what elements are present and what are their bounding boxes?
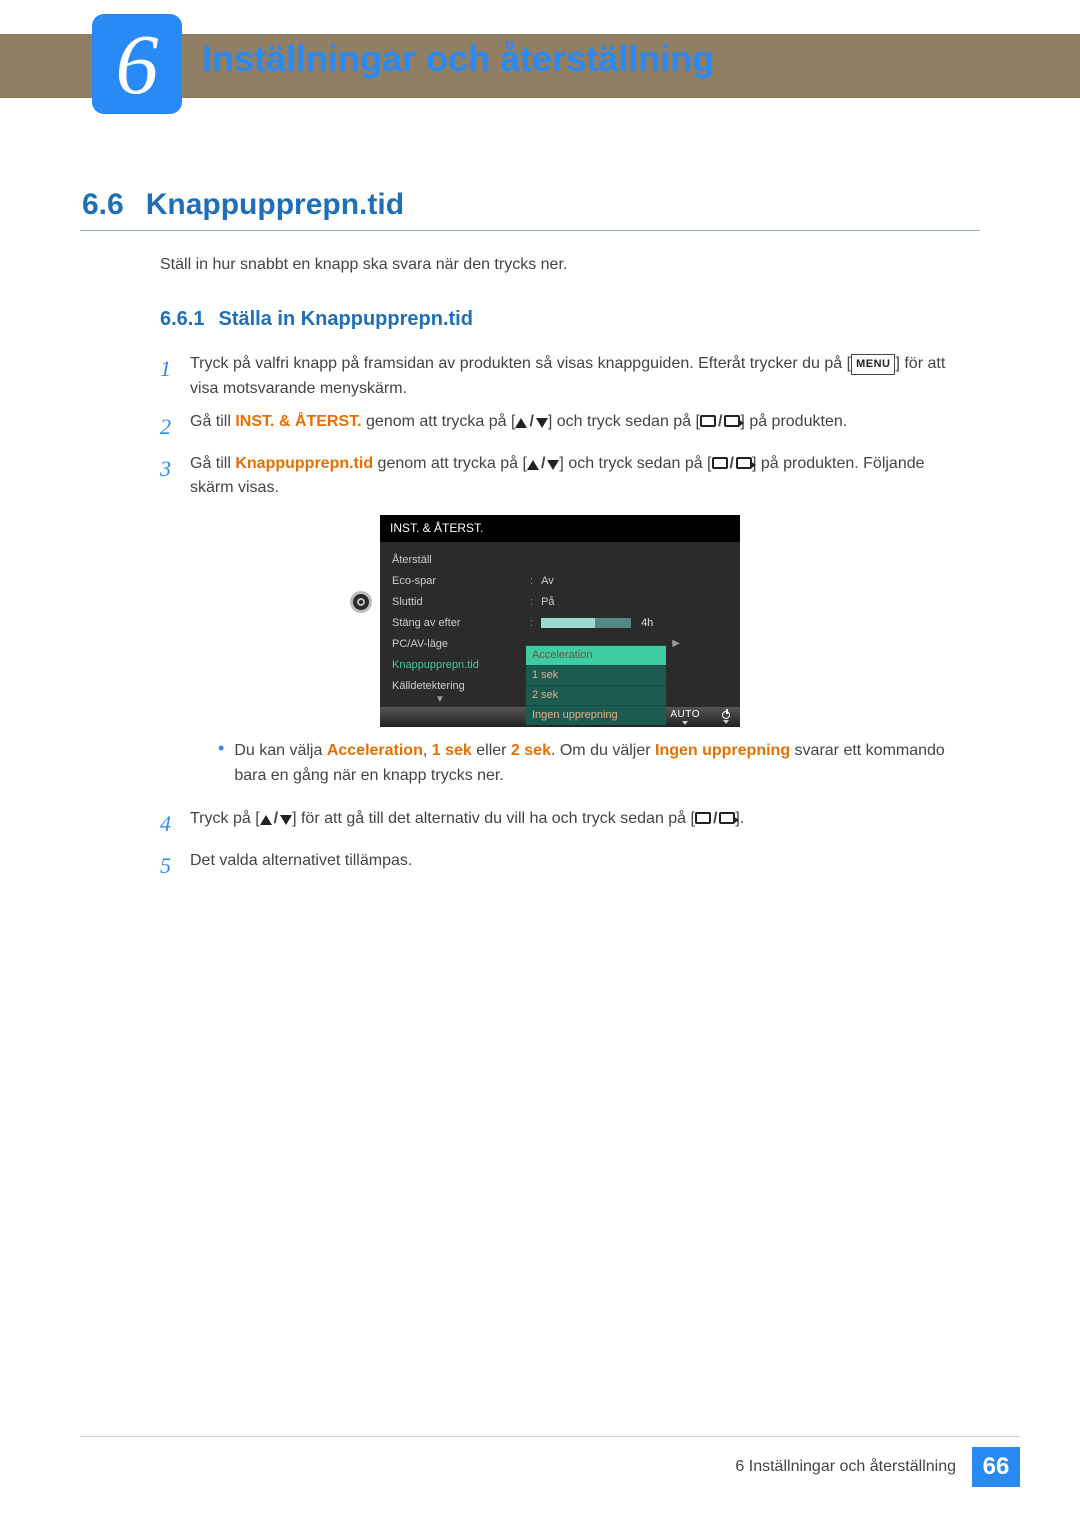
up-arrow-icon (515, 418, 527, 428)
step-text: Tryck på valfri knapp på framsidan av pr… (190, 352, 960, 402)
osd-value-column: :Av :På :4h : ▶ Acceleration 1 sek 2 sek… (526, 550, 676, 697)
enter-icon (736, 457, 752, 469)
note-bullet: • Du kan välja Acceleration, 1 sek eller… (218, 739, 960, 789)
section-underline (80, 230, 980, 231)
osd-dropdown: Acceleration 1 sek 2 sek Ingen upprepnin… (526, 645, 666, 725)
osd-item: Återställ (388, 550, 518, 571)
section-title: Knappupprepn.tid (146, 188, 404, 221)
osd-value: Av (541, 575, 554, 587)
osd-dropdown-option: 1 sek (526, 665, 666, 685)
option: Acceleration (327, 742, 423, 759)
section-heading: 6.6 Knappupprepn.tid (82, 188, 404, 222)
step-number: 4 (160, 807, 190, 841)
osd-body: Återställ Eco-spar Sluttid Stäng av efte… (380, 542, 740, 707)
osd-item-selected: Knappupprepn.tid (388, 655, 518, 676)
step-2: 2 Gå till INST. & ÅTERST. genom att tryc… (160, 410, 960, 444)
step-text: Det valda alternativet tillämpas. (190, 849, 960, 883)
step-number: 1 (160, 352, 190, 402)
osd-value: 4h (631, 617, 653, 629)
step-number: 3 (160, 452, 190, 799)
down-arrow-icon (547, 460, 559, 470)
osd-item: PC/AV-läge (388, 634, 518, 655)
down-arrow-icon (280, 815, 292, 825)
section-intro: Ställ in hur snabbt en knapp ska svara n… (160, 256, 567, 274)
down-arrow-icon (536, 418, 548, 428)
osd-item: Eco-spar (388, 571, 518, 592)
step-5: 5 Det valda alternativet tillämpas. (160, 849, 960, 883)
step-4: 4 Tryck på [/] för att gå till det alter… (160, 807, 960, 841)
subsection-title: Ställa in Knappupprepn.tid (218, 308, 472, 330)
osd-slider (541, 618, 631, 628)
footer-rule (80, 1436, 1020, 1437)
osd-item: Källdetektering (388, 676, 518, 697)
note-text: Du kan välja Acceleration, 1 sek eller 2… (234, 739, 960, 789)
step-1: 1 Tryck på valfri knapp på framsidan av … (160, 352, 960, 402)
nav-power-icon (722, 711, 730, 724)
chapter-title: Inställningar och återställning (202, 38, 714, 80)
subsection-number: 6.6.1 (160, 308, 204, 330)
option: Ingen upprepning (655, 742, 790, 759)
emphasis: Knappupprepn.tid (235, 455, 373, 472)
step-text: Gå till Knappupprepn.tid genom att tryck… (190, 452, 960, 799)
option: 1 sek (432, 742, 472, 759)
osd-title: INST. & ÅTERST. (380, 515, 740, 542)
osd-item: Stäng av efter (388, 613, 518, 634)
source-icon (695, 812, 711, 824)
step-number: 5 (160, 849, 190, 883)
osd-value: På (541, 596, 554, 608)
steps-list: 1 Tryck på valfri knapp på framsidan av … (160, 352, 960, 891)
section-number: 6.6 (82, 188, 124, 221)
gear-icon (350, 591, 372, 613)
osd-screenshot: INST. & ÅTERST. Återställ Eco-spar Slutt… (380, 515, 740, 727)
chapter-number-box: 6 (92, 14, 182, 114)
subsection-heading: 6.6.1 Ställa in Knappupprepn.tid (160, 308, 473, 331)
source-icon (712, 457, 728, 469)
submenu-arrow-icon: ▶ (672, 636, 680, 652)
osd-dropdown-option: 2 sek (526, 685, 666, 705)
page-footer: 6 Inställningar och återställning 66 (735, 1447, 1020, 1487)
osd-dropdown-option-selected: Acceleration (526, 645, 666, 665)
menu-button-icon: MENU (851, 354, 895, 375)
emphasis: INST. & ÅTERST. (235, 413, 361, 430)
page-number: 66 (972, 1447, 1020, 1487)
up-arrow-icon (527, 460, 539, 470)
chapter-number: 6 (116, 14, 159, 114)
bullet-icon: • (218, 739, 224, 789)
option: 2 sek (511, 742, 551, 759)
up-arrow-icon (260, 815, 272, 825)
osd-item: Sluttid (388, 592, 518, 613)
enter-icon (719, 812, 735, 824)
enter-icon (724, 415, 740, 427)
source-icon (700, 415, 716, 427)
nav-auto-icon: AUTO (670, 710, 700, 725)
scroll-down-icon: ▼ (435, 692, 445, 708)
footer-text: 6 Inställningar och återställning (735, 1458, 956, 1476)
osd-menu-column: Återställ Eco-spar Sluttid Stäng av efte… (388, 550, 518, 697)
step-text: Tryck på [/] för att gå till det alterna… (190, 807, 960, 841)
step-text: Gå till INST. & ÅTERST. genom att trycka… (190, 410, 960, 444)
step-3: 3 Gå till Knappupprepn.tid genom att try… (160, 452, 960, 799)
step-number: 2 (160, 410, 190, 444)
osd-dropdown-option: Ingen upprepning (526, 705, 666, 725)
